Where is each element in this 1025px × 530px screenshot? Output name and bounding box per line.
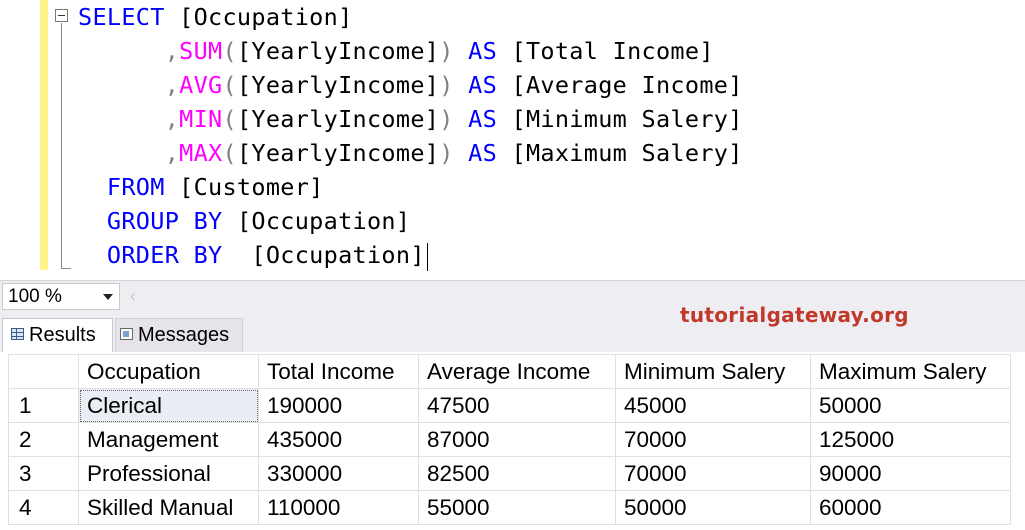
outline-line-end	[61, 268, 71, 269]
column-header-average-income[interactable]: Average Income	[418, 354, 616, 389]
code-line[interactable]: ,SUM([YearlyIncome]) AS [Total Income]	[78, 34, 714, 68]
tab-messages[interactable]: Messages	[115, 318, 243, 352]
code-token: [Occupation]	[179, 3, 353, 31]
code-token: SUM	[179, 37, 223, 65]
code-token: )	[439, 139, 469, 167]
cell-occupation[interactable]: Clerical	[78, 388, 259, 423]
zoom-value: 100 %	[8, 286, 62, 307]
row-number-header[interactable]	[8, 354, 79, 389]
scroll-left-icon[interactable]: ‹	[130, 286, 136, 307]
editor-gutter	[0, 0, 38, 275]
cell-total-income[interactable]: 330000	[258, 456, 419, 491]
code-token: AS	[468, 71, 512, 99]
code-token: ORDER BY	[78, 241, 252, 269]
code-token: ,	[78, 71, 180, 99]
code-token: [YearlyIncome]	[236, 37, 440, 65]
code-line[interactable]: ,MAX([YearlyIncome]) AS [Maximum Salery]	[78, 136, 743, 170]
results-grid[interactable]: Occupation Total Income Average Income M…	[0, 352, 1025, 530]
code-token: [YearlyIncome]	[236, 139, 440, 167]
change-tracking-bar	[40, 0, 48, 270]
cell-maximum-salery[interactable]: 125000	[810, 422, 1011, 457]
code-token: AS	[468, 37, 512, 65]
cell-average-income[interactable]: 87000	[418, 422, 616, 457]
row-number[interactable]: 2	[8, 422, 79, 457]
table-row: 3 Professional 330000 82500 70000 90000	[8, 456, 1011, 491]
code-token: MAX	[179, 139, 223, 167]
code-token: [Occupation]	[236, 207, 411, 235]
code-token: MIN	[179, 105, 223, 133]
code-token: [Minimum Salery]	[511, 105, 743, 133]
watermark: tutorialgateway.org	[680, 303, 909, 327]
zoom-select[interactable]: 100 %	[2, 283, 120, 310]
outline-line	[61, 23, 62, 268]
cell-minimum-salery[interactable]: 70000	[615, 422, 811, 457]
column-header-total-income[interactable]: Total Income	[258, 354, 419, 389]
code-token: [YearlyIncome]	[236, 105, 440, 133]
tab-results-label: Results	[29, 324, 96, 346]
code-line[interactable]: ORDER BY [Occupation]	[78, 238, 428, 272]
column-header-maximum-salery[interactable]: Maximum Salery	[810, 354, 1011, 389]
cell-occupation[interactable]: Professional	[78, 456, 259, 491]
cell-maximum-salery[interactable]: 90000	[810, 456, 1011, 491]
code-token: [YearlyIncome]	[236, 71, 440, 99]
cell-occupation[interactable]: Skilled Manual	[78, 490, 259, 525]
code-token: FROM	[78, 173, 180, 201]
code-token: )	[439, 105, 469, 133]
column-header-minimum-salery[interactable]: Minimum Salery	[615, 354, 811, 389]
chevron-down-icon[interactable]	[103, 294, 113, 300]
collapse-minus-icon[interactable]	[55, 9, 68, 22]
code-token: GROUP BY	[78, 207, 237, 235]
code-token: (	[222, 37, 237, 65]
table-row: 1 Clerical 190000 47500 45000 50000	[8, 388, 1011, 423]
code-line[interactable]: GROUP BY [Occupation]	[78, 204, 410, 238]
row-number[interactable]: 3	[8, 456, 79, 491]
code-line[interactable]: FROM [Customer]	[78, 170, 324, 204]
messages-icon	[120, 327, 133, 340]
code-line[interactable]: SELECT [Occupation]	[78, 0, 353, 34]
code-token: ,	[78, 37, 180, 65]
query-editor[interactable]: SELECT [Occupation] ,SUM([YearlyIncome])…	[0, 0, 1025, 280]
grid-icon	[11, 327, 24, 340]
tab-messages-label: Messages	[138, 324, 230, 346]
cell-average-income[interactable]: 55000	[418, 490, 616, 525]
code-token: ,	[78, 139, 180, 167]
code-token: AVG	[179, 71, 223, 99]
cell-total-income[interactable]: 435000	[258, 422, 419, 457]
cell-average-income[interactable]: 47500	[418, 388, 616, 423]
text-caret	[426, 242, 428, 271]
cell-minimum-salery[interactable]: 70000	[615, 456, 811, 491]
cell-average-income[interactable]: 82500	[418, 456, 616, 491]
cell-total-income[interactable]: 190000	[258, 388, 419, 423]
code-token: )	[439, 37, 469, 65]
cell-maximum-salery[interactable]: 50000	[810, 388, 1011, 423]
row-number[interactable]: 4	[8, 490, 79, 525]
code-token: AS	[468, 139, 512, 167]
header-row: Occupation Total Income Average Income M…	[8, 354, 1011, 389]
cell-total-income[interactable]: 110000	[258, 490, 419, 525]
code-token: (	[222, 71, 237, 99]
tab-results[interactable]: Results	[2, 318, 113, 352]
table-row: 2 Management 435000 87000 70000 125000	[8, 422, 1011, 457]
code-token: [Average Income]	[511, 71, 743, 99]
cell-occupation[interactable]: Management	[78, 422, 259, 457]
column-header-occupation[interactable]: Occupation	[78, 354, 259, 389]
results-table: Occupation Total Income Average Income M…	[8, 354, 1011, 525]
code-line[interactable]: ,MIN([YearlyIncome]) AS [Minimum Salery]	[78, 102, 743, 136]
code-line[interactable]: ,AVG([YearlyIncome]) AS [Average Income]	[78, 68, 743, 102]
row-number[interactable]: 1	[8, 388, 79, 423]
code-token: )	[439, 71, 469, 99]
code-token: [Total Income]	[511, 37, 714, 65]
table-row: 4 Skilled Manual 110000 55000 50000 6000…	[8, 490, 1011, 525]
code-token: ,	[78, 105, 180, 133]
code-token: [Maximum Salery]	[511, 139, 743, 167]
cell-maximum-salery[interactable]: 60000	[810, 490, 1011, 525]
code-token: SELECT	[78, 3, 180, 31]
cell-minimum-salery[interactable]: 45000	[615, 388, 811, 423]
code-token: (	[222, 105, 237, 133]
code-token: [Occupation]	[251, 241, 425, 269]
code-token: AS	[468, 105, 512, 133]
code-token: (	[222, 139, 237, 167]
code-token: [Customer]	[179, 173, 324, 201]
cell-minimum-salery[interactable]: 50000	[615, 490, 811, 525]
